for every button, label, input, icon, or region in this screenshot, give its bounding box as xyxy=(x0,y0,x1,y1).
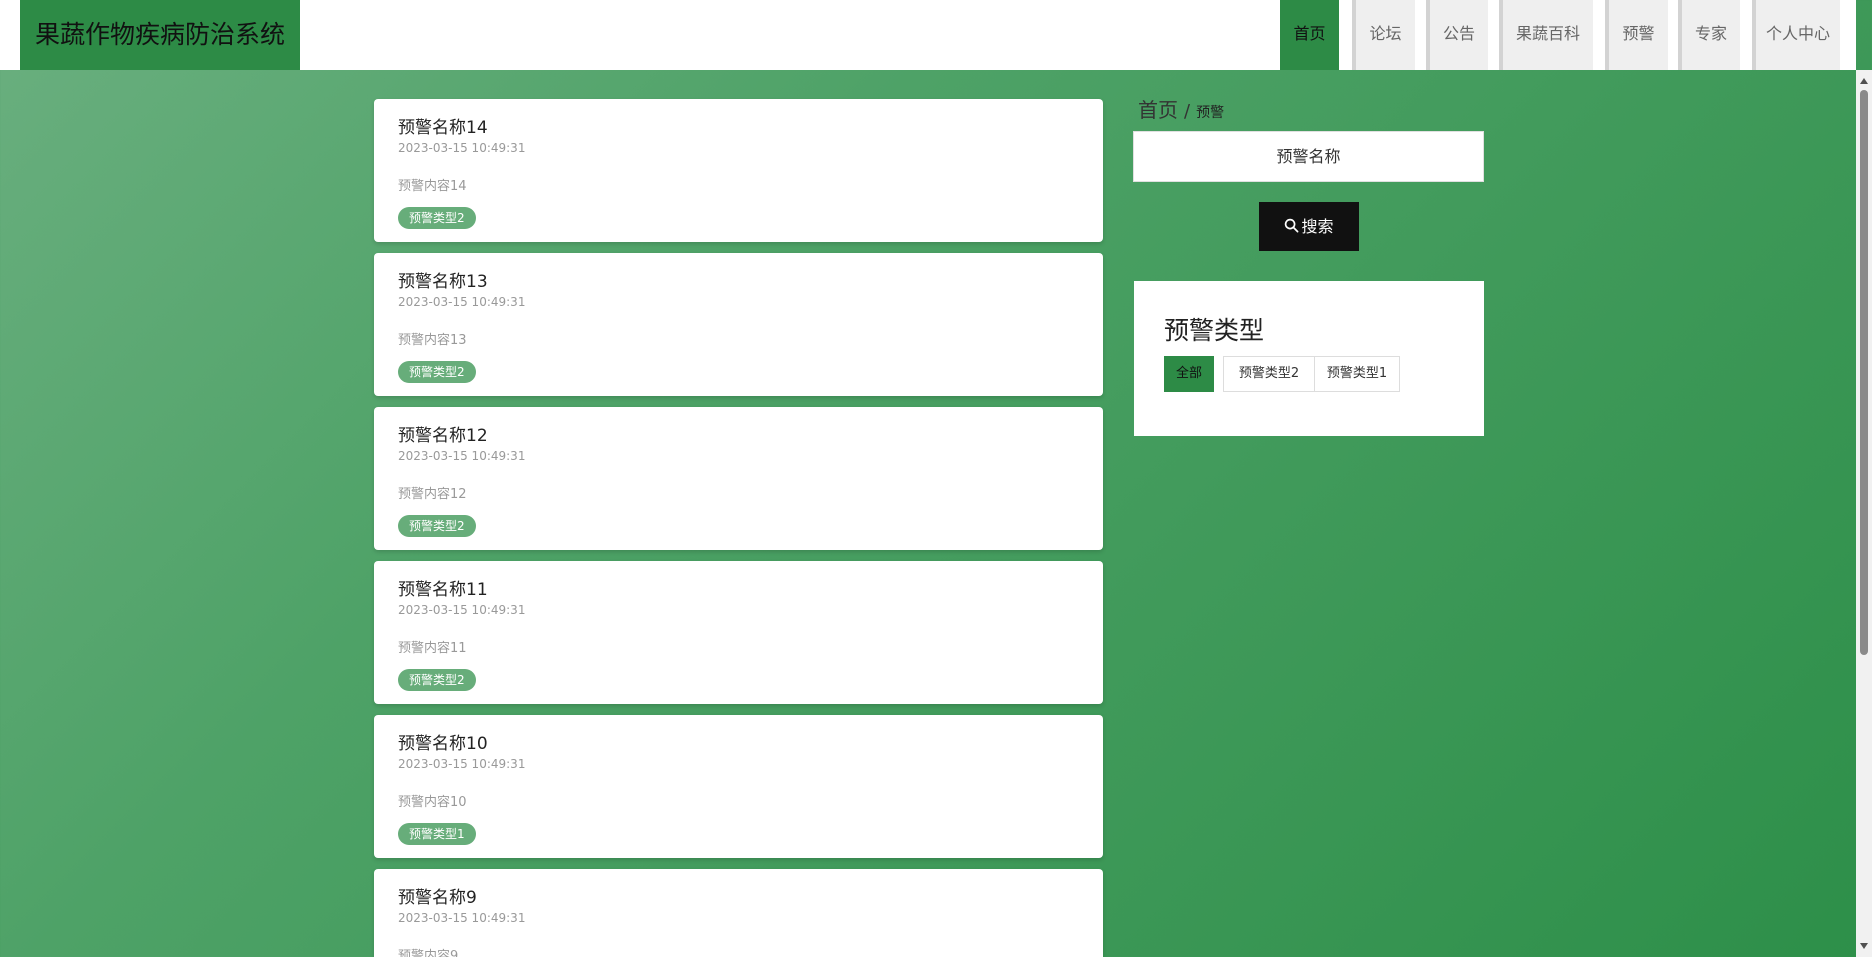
card-title[interactable]: 预警名称11 xyxy=(398,575,488,600)
card-type-tag: 预警类型2 xyxy=(398,669,476,691)
scroll-thumb[interactable] xyxy=(1860,90,1868,655)
breadcrumb: 首页 / 预警 xyxy=(1138,94,1224,123)
card-time: 2023-03-15 10:49:31 xyxy=(398,449,526,463)
breadcrumb-home[interactable]: 首页 xyxy=(1138,98,1178,122)
nav-expert[interactable]: 专家 xyxy=(1678,0,1740,70)
scroll-down-icon[interactable] xyxy=(1860,943,1868,949)
warning-card[interactable]: 预警名称13 2023-03-15 10:49:31 预警内容13 预警类型2 xyxy=(374,253,1103,396)
card-time: 2023-03-15 10:49:31 xyxy=(398,757,526,771)
card-type-tag: 预警类型1 xyxy=(398,823,476,845)
breadcrumb-current: 预警 xyxy=(1196,105,1225,121)
card-time: 2023-03-15 10:49:31 xyxy=(398,603,526,617)
page-scrollbar[interactable] xyxy=(1856,70,1872,957)
nav-home[interactable]: 首页 xyxy=(1280,0,1339,70)
card-type-tag: 预警类型2 xyxy=(398,361,476,383)
type-filter-type2[interactable]: 预警类型2 xyxy=(1223,356,1315,392)
card-content: 预警内容12 xyxy=(398,487,467,502)
card-time: 2023-03-15 10:49:31 xyxy=(398,295,526,309)
nav-personal-center[interactable]: 个人中心 xyxy=(1752,0,1840,70)
search-input[interactable]: 预警名称 xyxy=(1133,131,1484,182)
warning-card[interactable]: 预警名称11 2023-03-15 10:49:31 预警内容11 预警类型2 xyxy=(374,561,1103,704)
breadcrumb-separator: / xyxy=(1184,101,1191,122)
type-filter-panel: 预警类型 全部 预警类型2 预警类型1 xyxy=(1134,281,1484,436)
card-title[interactable]: 预警名称12 xyxy=(398,421,488,446)
type-filter-all[interactable]: 全部 xyxy=(1164,356,1214,392)
card-content: 预警内容11 xyxy=(398,641,467,656)
scroll-up-icon[interactable] xyxy=(1860,78,1868,84)
warning-card[interactable]: 预警名称10 2023-03-15 10:49:31 预警内容10 预警类型1 xyxy=(374,715,1103,858)
nav-forum[interactable]: 论坛 xyxy=(1352,0,1415,70)
card-time: 2023-03-15 10:49:31 xyxy=(398,141,526,155)
card-type-tag: 预警类型2 xyxy=(398,515,476,537)
card-title[interactable]: 预警名称9 xyxy=(398,883,477,908)
type-filter-title: 预警类型 xyxy=(1164,316,1265,345)
warning-card[interactable]: 预警名称12 2023-03-15 10:49:31 预警内容12 预警类型2 xyxy=(374,407,1103,550)
nav-encyclopedia[interactable]: 果蔬百科 xyxy=(1499,0,1593,70)
card-time: 2023-03-15 10:49:31 xyxy=(398,911,526,925)
card-title[interactable]: 预警名称14 xyxy=(398,113,488,138)
top-header: 果蔬作物疾病防治系统 首页 论坛 公告 果蔬百科 预警 专家 个人中心 xyxy=(0,0,1856,70)
search-button[interactable]: 搜索 xyxy=(1259,202,1359,251)
warning-card[interactable]: 预警名称14 2023-03-15 10:49:31 预警内容14 预警类型2 xyxy=(374,99,1103,242)
nav-announcement[interactable]: 公告 xyxy=(1426,0,1488,70)
type-filter-type1[interactable]: 预警类型1 xyxy=(1314,356,1400,392)
card-title[interactable]: 预警名称10 xyxy=(398,729,488,754)
card-content: 预警内容13 xyxy=(398,333,467,348)
nav-warning[interactable]: 预警 xyxy=(1605,0,1668,70)
card-type-tag: 预警类型2 xyxy=(398,207,476,229)
search-icon xyxy=(1284,203,1299,252)
card-title[interactable]: 预警名称13 xyxy=(398,267,488,292)
warning-card[interactable]: 预警名称9 2023-03-15 10:49:31 预警内容9 xyxy=(374,869,1103,957)
site-title[interactable]: 果蔬作物疾病防治系统 xyxy=(20,0,300,70)
card-content: 预警内容14 xyxy=(398,179,467,194)
search-button-label: 搜索 xyxy=(1301,217,1334,236)
card-content: 预警内容9 xyxy=(398,949,459,957)
card-content: 预警内容10 xyxy=(398,795,467,810)
